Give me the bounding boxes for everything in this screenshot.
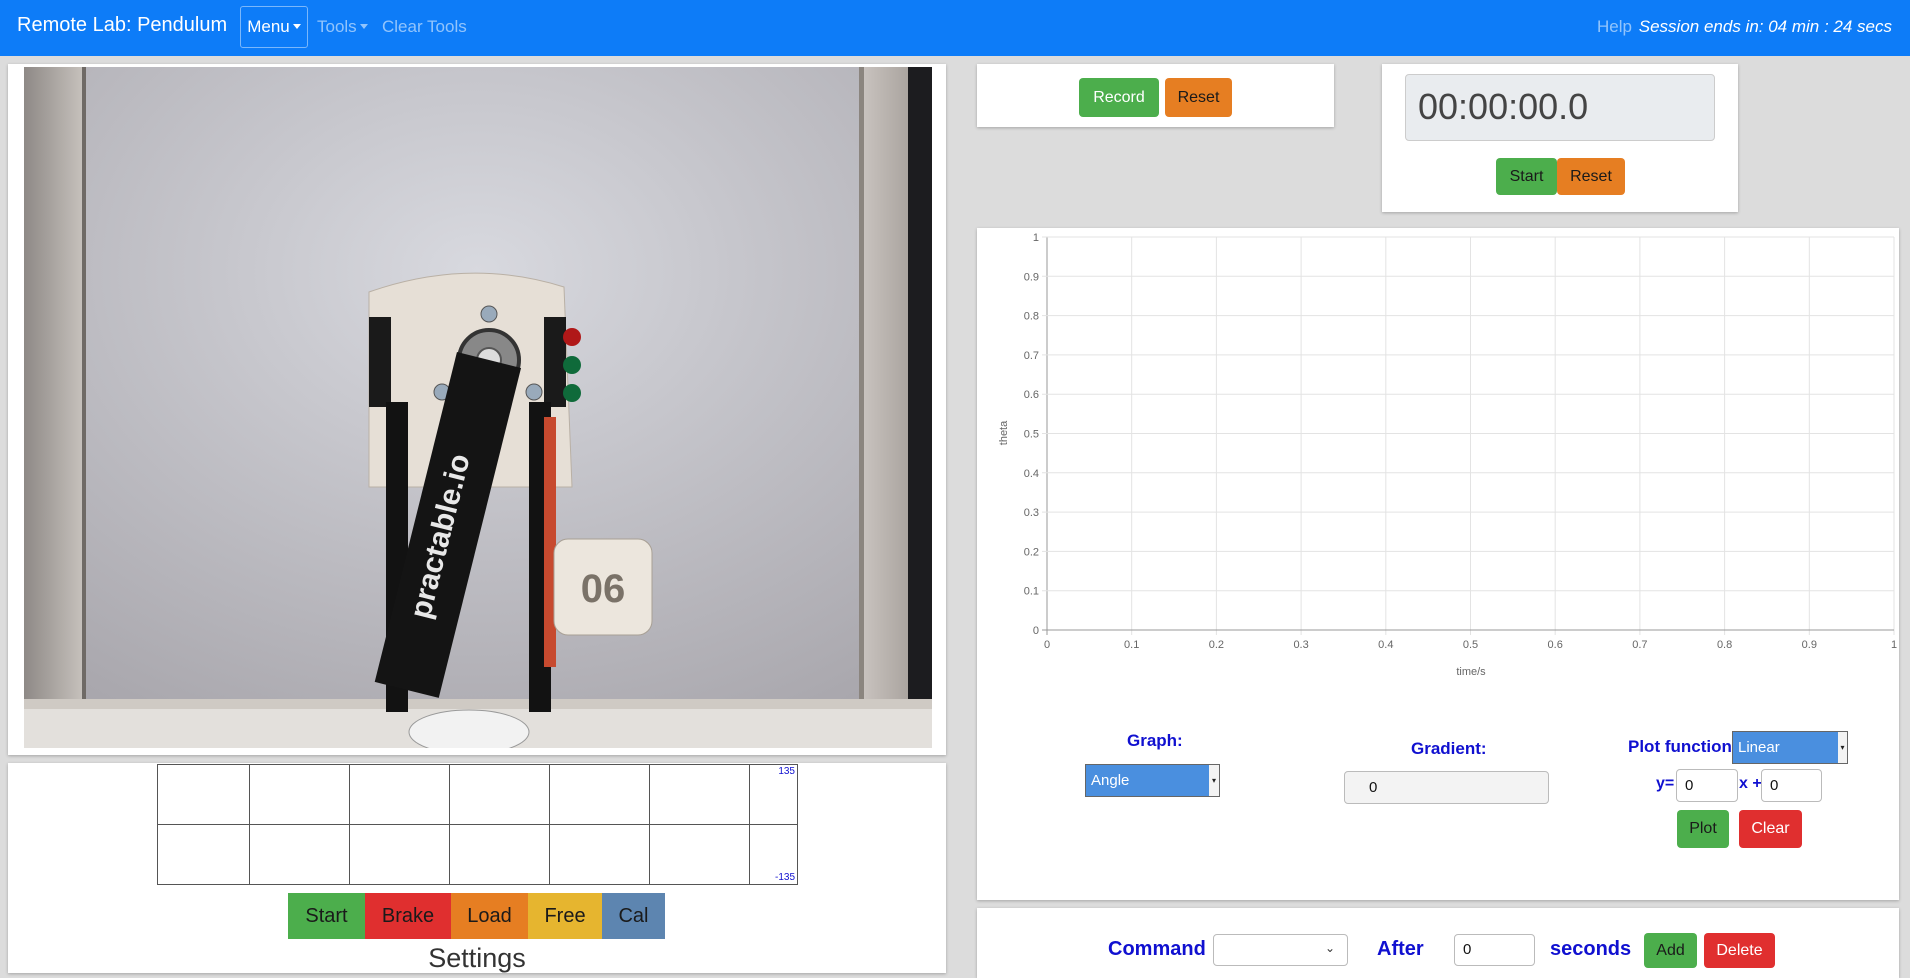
stopwatch-display: 00:00:00.0 [1405, 74, 1715, 141]
menu-label: Menu [247, 17, 290, 36]
graph-select[interactable]: Angle ▾ [1085, 764, 1220, 797]
y-tick-label: 0.9 [1024, 271, 1039, 283]
x-plus-label: x + [1739, 775, 1762, 792]
strip-chart-gridline [749, 765, 750, 885]
intercept-c-input[interactable]: 0 [1761, 769, 1822, 802]
chart-grid [1042, 236, 1895, 635]
x-tick-label: 0.6 [1548, 639, 1563, 651]
y-tick-label: 1 [1033, 232, 1039, 244]
after-label: After [1377, 938, 1424, 960]
add-command-button[interactable]: Add [1644, 933, 1697, 968]
command-label: Command [1108, 938, 1206, 960]
strip-chart-gridline [249, 765, 250, 885]
chevron-down-icon: ⌄ [1324, 941, 1335, 955]
x-tick-label: 0.9 [1802, 639, 1817, 651]
strip-chart-max-label: 135 [778, 766, 795, 777]
strip-chart-min-label: -135 [774, 872, 795, 883]
strip-chart-gridline [449, 765, 450, 885]
graph-select-value: Angle [1091, 772, 1130, 789]
strip-chart-midline [158, 824, 798, 825]
y-tick-label: 0.5 [1024, 429, 1039, 441]
x-tick-label: 0.7 [1632, 639, 1647, 651]
x-tick-label: 0.5 [1463, 639, 1478, 651]
y-tick-label: 0.2 [1024, 546, 1039, 558]
gradient-label: Gradient: [1411, 739, 1487, 758]
x-tick-label: 0.3 [1293, 639, 1308, 651]
stopwatch-start-button[interactable]: Start [1496, 158, 1557, 195]
chevron-down-icon [359, 24, 368, 29]
command-card: Command ⌄ After 0 seconds Add Delete [977, 908, 1899, 978]
menu-dropdown[interactable]: Menu [240, 6, 308, 48]
y-tick-label: 0.7 [1024, 350, 1039, 362]
stopwatch-card: 00:00:00.0 Start Reset [1382, 64, 1738, 212]
x-tick-label: 0 [1044, 639, 1050, 651]
y-tick-label: 0.4 [1024, 468, 1039, 480]
record-button[interactable]: Record [1079, 78, 1159, 117]
pendulum-start-button[interactable]: Start [288, 893, 365, 939]
settings-heading: Settings [428, 943, 526, 973]
gradient-field[interactable]: 0 [1344, 771, 1549, 804]
x-tick-label: 0.2 [1209, 639, 1224, 651]
chart-y-axis-label: theta [998, 420, 1010, 445]
video-card: practable.io 06 [8, 64, 946, 755]
recorder-reset-button[interactable]: Reset [1165, 78, 1232, 117]
x-tick-label: 1 [1891, 639, 1897, 651]
plot-button[interactable]: Plot [1677, 810, 1729, 848]
caret-down-icon: ▾ [1209, 765, 1219, 796]
tools-dropdown[interactable]: Tools [317, 17, 368, 37]
clear-tools-link[interactable]: Clear Tools [382, 17, 467, 37]
graph-label: Graph: [1127, 731, 1183, 750]
pendulum-controls-card: 135 -135 Start Brake Load Free Cal Setti… [8, 763, 946, 973]
command-select[interactable]: ⌄ [1213, 934, 1348, 966]
strip-chart-gridline [349, 765, 350, 885]
gradient-m-input[interactable]: 0 [1676, 769, 1738, 802]
brake-button[interactable]: Brake [365, 893, 451, 939]
strip-chart-gridline [549, 765, 550, 885]
caret-down-icon: ▾ [1838, 732, 1847, 763]
theta-time-chart: 0 0.1 0.2 0.3 0.4 0.5 0.6 0.7 0.8 0.9 1 0 0.1 0.2 0.3 0… [998, 232, 1897, 678]
after-seconds-input[interactable]: 0 [1454, 934, 1535, 966]
recorder-card: Record Reset [977, 64, 1334, 127]
y-equals-label: y= [1656, 775, 1675, 792]
session-timer: Session ends in: 04 min : 24 secs [1638, 17, 1892, 36]
chart-ticks: 0 0.1 0.2 0.3 0.4 0.5 0.6 0.7 0.8 0.9 1 0 0.1 0.2 0.3 0… [1024, 232, 1897, 651]
help-link[interactable]: Help [1597, 17, 1632, 37]
strip-chart-gridline [649, 765, 650, 885]
graph-card: 0 0.1 0.2 0.3 0.4 0.5 0.6 0.7 0.8 0.9 1 0 0.1 0.2 0.3 0… [977, 228, 1899, 900]
delete-command-button[interactable]: Delete [1704, 933, 1775, 968]
clear-plot-button[interactable]: Clear [1739, 810, 1802, 848]
x-tick-label: 0.8 [1717, 639, 1732, 651]
x-tick-label: 0.1 [1124, 639, 1139, 651]
load-button[interactable]: Load [451, 893, 528, 939]
seconds-label: seconds [1550, 938, 1632, 960]
free-button[interactable]: Free [528, 893, 602, 939]
chevron-down-icon [292, 24, 301, 29]
y-tick-label: 0.1 [1024, 586, 1039, 598]
plot-function-select[interactable]: Linear ▾ [1732, 731, 1848, 764]
cal-button[interactable]: Cal [602, 893, 665, 939]
y-tick-label: 0.6 [1024, 389, 1039, 401]
y-tick-label: 0.8 [1024, 311, 1039, 323]
navbar: Remote Lab: Pendulum Menu Tools Clear To… [0, 0, 1910, 56]
y-tick-label: 0 [1033, 625, 1039, 637]
x-tick-label: 0.4 [1378, 639, 1393, 651]
angle-strip-chart: 135 -135 [157, 764, 798, 885]
y-tick-label: 0.3 [1024, 507, 1039, 519]
app-title[interactable]: Remote Lab: Pendulum [17, 14, 227, 37]
plot-function-value: Linear [1738, 739, 1780, 756]
stopwatch-reset-button[interactable]: Reset [1557, 158, 1625, 195]
tools-label: Tools [317, 17, 357, 36]
plot-function-label: Plot function: [1628, 737, 1738, 756]
plate-number: 06 [581, 567, 626, 611]
chart-x-axis-label: time/s [1456, 666, 1486, 678]
pendulum-video-feed: practable.io 06 [24, 67, 932, 748]
